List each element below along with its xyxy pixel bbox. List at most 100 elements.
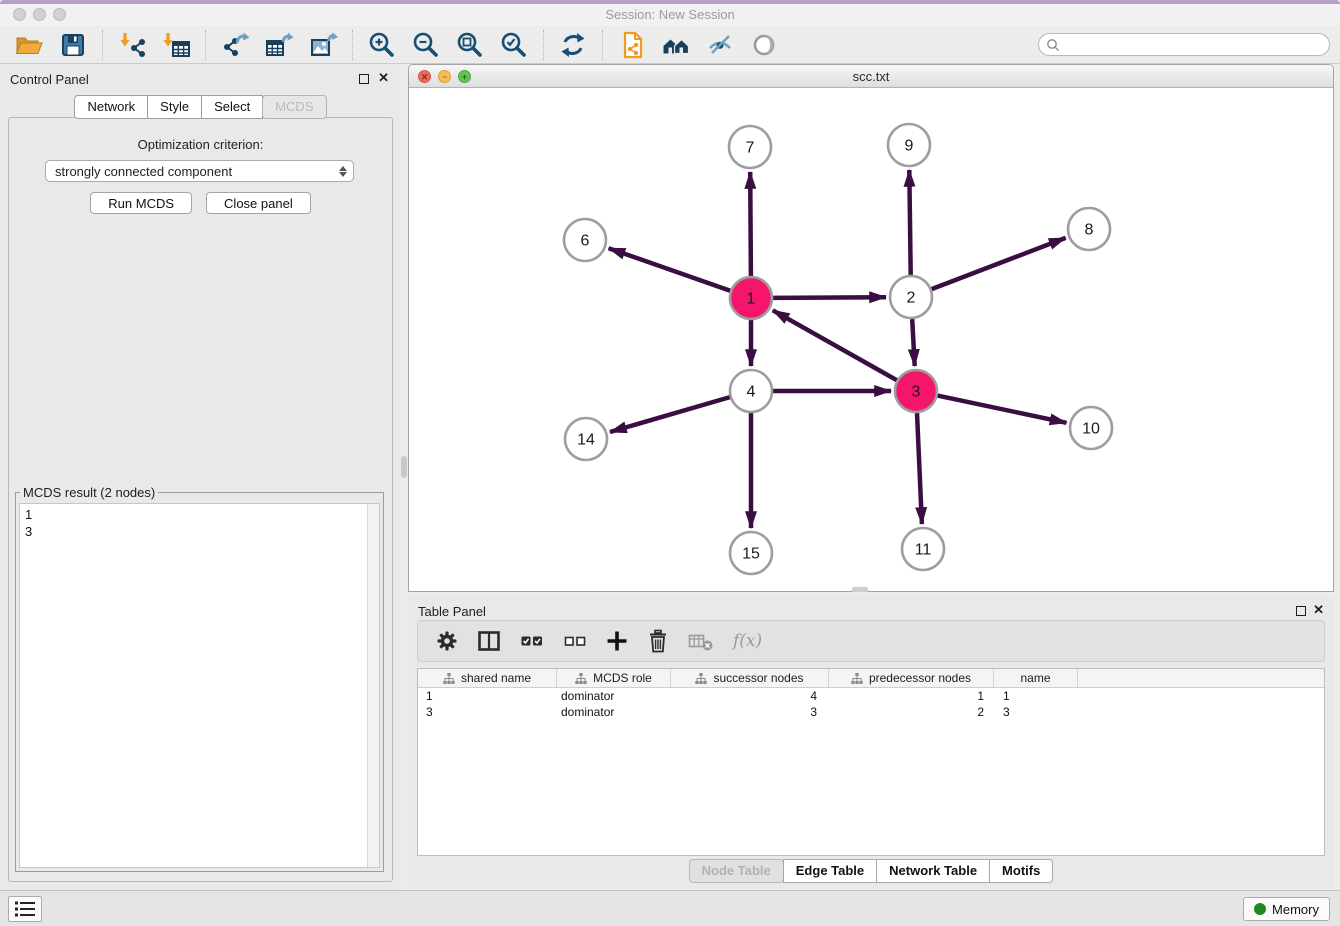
- import-table-icon[interactable]: [161, 30, 191, 60]
- graph-edge-4-14[interactable]: [610, 397, 730, 432]
- tab-node-table[interactable]: Node Table: [689, 859, 784, 883]
- table-panel-close-icon[interactable]: ✕: [1313, 602, 1324, 618]
- task-list-icon: [14, 900, 36, 918]
- app-title: Session: New Session: [0, 7, 1340, 22]
- show-all-icon[interactable]: [749, 30, 779, 60]
- save-session-icon[interactable]: [58, 30, 88, 60]
- table-cell: 1: [994, 688, 1078, 704]
- criterion-dropdown-value: strongly connected component: [46, 164, 335, 179]
- table-settings-gear-icon[interactable]: [436, 630, 458, 652]
- refresh-icon[interactable]: [558, 30, 588, 60]
- svg-text:15: 15: [742, 546, 760, 563]
- shared-column-icon: [695, 673, 707, 684]
- main-toolbar: [0, 26, 1340, 64]
- new-network-from-selection-icon[interactable]: [617, 30, 647, 60]
- tab-motifs[interactable]: Motifs: [989, 859, 1053, 883]
- graph-edge-3-1[interactable]: [773, 310, 897, 380]
- table-row[interactable]: 3dominator323: [418, 704, 1324, 720]
- export-network-icon[interactable]: [220, 30, 250, 60]
- tab-style[interactable]: Style: [147, 95, 202, 119]
- table-panel-float-button[interactable]: [1296, 606, 1306, 616]
- mcds-result-box: MCDS result (2 nodes) 1 3: [15, 492, 384, 872]
- zoom-selected-icon[interactable]: [499, 30, 529, 60]
- table-body: 1dominator4113dominator323: [418, 688, 1324, 720]
- svg-text:2: 2: [907, 290, 916, 307]
- graph-node-15[interactable]: 15: [730, 532, 772, 574]
- graph-node-6[interactable]: 6: [564, 219, 606, 261]
- graph-edge-1-2[interactable]: [773, 297, 886, 298]
- memory-button[interactable]: Memory: [1243, 897, 1330, 921]
- graph-node-10[interactable]: 10: [1070, 407, 1112, 449]
- column-header-name[interactable]: name: [994, 669, 1078, 687]
- task-history-button[interactable]: [8, 896, 42, 922]
- graph-edge-1-6[interactable]: [609, 248, 731, 291]
- close-panel-button[interactable]: Close panel: [206, 192, 311, 214]
- node-table: shared name MCDS role successor nodes prede…: [417, 668, 1325, 856]
- tab-network[interactable]: Network: [74, 95, 148, 119]
- result-scrollbar[interactable]: [367, 504, 379, 867]
- tab-edge-table[interactable]: Edge Table: [783, 859, 877, 883]
- graph-edge-1-7[interactable]: [750, 172, 751, 276]
- dropdown-stepper-icon: [335, 161, 353, 181]
- column-header-shared-name[interactable]: shared name: [418, 669, 557, 687]
- first-neighbors-icon[interactable]: [661, 30, 691, 60]
- network-canvas-svg: 7 9 6 8 1 2 4 3 14 10 15 11: [409, 89, 1333, 591]
- panel-splitter-handle[interactable]: [401, 456, 407, 478]
- control-panel-title: Control Panel: [10, 72, 89, 87]
- export-image-icon[interactable]: [308, 30, 338, 60]
- select-all-columns-icon[interactable]: [520, 630, 544, 652]
- create-column-icon[interactable]: [606, 630, 628, 652]
- graph-node-9[interactable]: 9: [888, 124, 930, 166]
- graph-edge-2-8[interactable]: [932, 238, 1066, 289]
- mcds-result-text: 1 3: [20, 504, 366, 867]
- delete-table-icon[interactable]: [688, 630, 714, 652]
- column-label: successor nodes: [713, 671, 803, 685]
- zoom-out-icon[interactable]: [411, 30, 441, 60]
- graph-node-1[interactable]: 1: [730, 277, 772, 319]
- zoom-fit-icon[interactable]: [455, 30, 485, 60]
- graph-node-2[interactable]: 2: [890, 276, 932, 318]
- graph-node-3[interactable]: 3: [895, 370, 937, 412]
- tab-mcds[interactable]: MCDS: [262, 95, 326, 119]
- zoom-in-icon[interactable]: [367, 30, 397, 60]
- graph-node-14[interactable]: 14: [565, 418, 607, 460]
- search-input[interactable]: [1061, 36, 1329, 54]
- search-icon: [1045, 37, 1061, 53]
- table-cell: 1: [829, 688, 994, 704]
- import-network-icon[interactable]: [117, 30, 147, 60]
- deselect-all-columns-icon[interactable]: [563, 630, 587, 652]
- tab-network-table[interactable]: Network Table: [876, 859, 990, 883]
- criterion-dropdown[interactable]: strongly connected component: [45, 160, 354, 182]
- control-panel-float-button[interactable]: [359, 74, 369, 84]
- export-table-icon[interactable]: [264, 30, 294, 60]
- graph-node-7[interactable]: 7: [729, 126, 771, 168]
- table-row[interactable]: 1dominator411: [418, 688, 1324, 704]
- graph-edge-2-3[interactable]: [912, 319, 915, 366]
- column-label: shared name: [461, 671, 531, 685]
- hide-selected-icon[interactable]: [705, 30, 735, 60]
- run-mcds-button[interactable]: Run MCDS: [90, 192, 192, 214]
- table-cell: 3: [994, 704, 1078, 720]
- delete-column-trash-icon[interactable]: [647, 629, 669, 653]
- open-session-icon[interactable]: [14, 30, 44, 60]
- table-toolbar: f(x): [417, 620, 1325, 662]
- column-header-predecessor-nodes[interactable]: predecessor nodes: [829, 669, 994, 687]
- column-label: MCDS role: [593, 671, 652, 685]
- svg-text:9: 9: [905, 138, 914, 155]
- network-canvas[interactable]: 7 9 6 8 1 2 4 3 14 10 15 11: [409, 89, 1333, 591]
- svg-text:8: 8: [1085, 222, 1094, 239]
- control-panel-close-icon[interactable]: ✕: [378, 70, 389, 86]
- split-table-icon[interactable]: [477, 630, 501, 652]
- table-cell: 1: [418, 688, 557, 704]
- column-header-successor-nodes[interactable]: successor nodes: [671, 669, 829, 687]
- function-builder-icon[interactable]: f(x): [733, 631, 762, 651]
- graph-edge-3-10[interactable]: [938, 396, 1067, 423]
- graph-edge-2-9[interactable]: [909, 170, 910, 275]
- column-header-mcds-role[interactable]: MCDS role: [557, 669, 671, 687]
- graph-node-11[interactable]: 11: [902, 528, 944, 570]
- graph-node-4[interactable]: 4: [730, 370, 772, 412]
- tab-select[interactable]: Select: [201, 95, 263, 119]
- canvas-resize-handle[interactable]: [852, 587, 868, 592]
- graph-node-8[interactable]: 8: [1068, 208, 1110, 250]
- graph-edge-3-11[interactable]: [917, 413, 922, 524]
